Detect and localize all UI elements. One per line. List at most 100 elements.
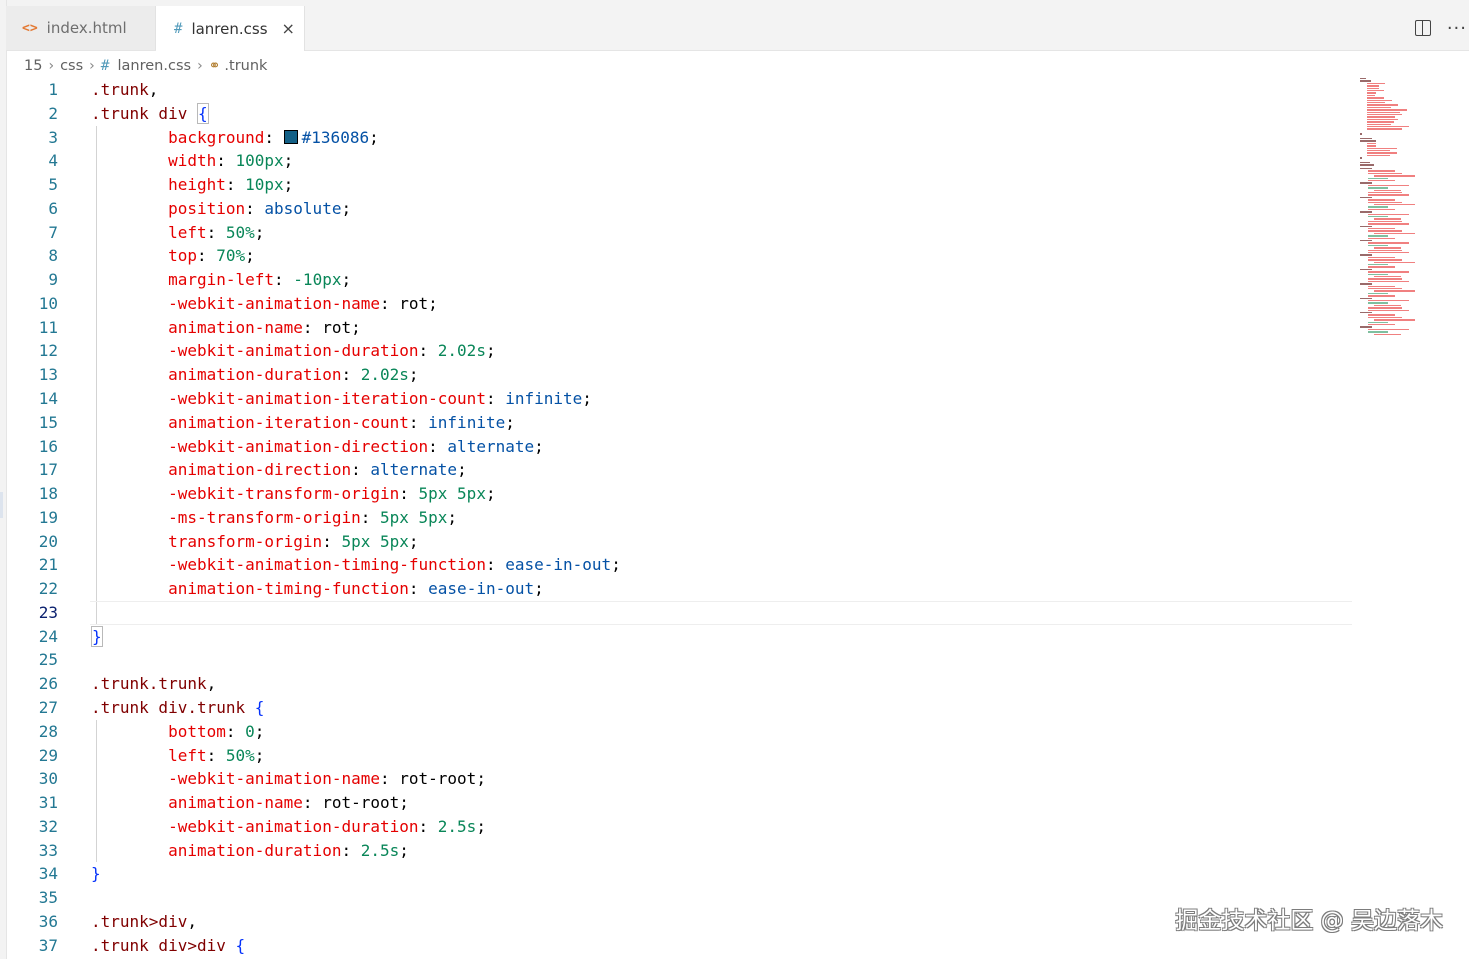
- line-number: 13: [38, 365, 58, 385]
- code-token: 5px 5px: [418, 484, 486, 504]
- code-line[interactable]: 19 -ms-transform-origin: 5px 5px;: [6, 506, 1356, 530]
- code-line[interactable]: 34}: [6, 862, 1356, 886]
- code-line[interactable]: 5 height: 10px;: [6, 173, 1356, 197]
- code-token: 10px: [245, 175, 284, 195]
- code-line[interactable]: 8 top: 70%;: [6, 244, 1356, 268]
- split-editor-icon[interactable]: [1414, 20, 1431, 36]
- code-line[interactable]: 11 animation-name: rot;: [6, 316, 1356, 340]
- code-line[interactable]: 36 .trunk>div,: [6, 910, 1356, 934]
- code-line[interactable]: 24}: [6, 625, 1356, 649]
- line-number: 32: [38, 816, 58, 836]
- minimap-line: [1368, 278, 1402, 280]
- code-line[interactable]: 35: [6, 886, 1356, 910]
- code-line[interactable]: 2 .trunk div {: [6, 102, 1356, 126]
- code-line[interactable]: 33 animation-duration: 2.5s;: [6, 839, 1356, 863]
- code-token: -webkit-animation-iteration-count: [168, 389, 486, 408]
- breadcrumb-folder[interactable]: css: [60, 58, 83, 74]
- code-token: }: [91, 864, 101, 884]
- breadcrumb-symbol[interactable]: .trunk: [224, 58, 267, 74]
- code-line[interactable]: 26 .trunk.trunk,: [6, 672, 1356, 696]
- code-token: height: [168, 175, 226, 195]
- code-line[interactable]: 10 -webkit-animation-name: rot;: [6, 292, 1356, 316]
- code-line[interactable]: 32 -webkit-animation-duration: 2.5s;: [6, 815, 1356, 839]
- line-code: animation-timing-function: ease-in-out;: [91, 577, 544, 601]
- minimap-line: [1368, 177, 1388, 179]
- minimap-line: [1374, 247, 1401, 249]
- code-token: position: [168, 198, 246, 218]
- minimap-line: [1368, 328, 1409, 331]
- code-line[interactable]: 25: [6, 648, 1356, 672]
- code-line[interactable]: 14 -webkit-animation-iteration-count: in…: [6, 387, 1356, 411]
- code-line[interactable]: 28 bottom: 0;: [6, 720, 1356, 744]
- minimap-line: [1368, 170, 1395, 172]
- code-token: left: [168, 222, 207, 242]
- minimap-line: [1360, 254, 1372, 256]
- code-token: #136086: [301, 127, 370, 147]
- minimap-line: [1367, 118, 1398, 121]
- line-code: animation-name: rot-root;: [91, 791, 409, 815]
- line-number: 24: [38, 626, 58, 646]
- line-code: -webkit-animation-direction: alternate;: [91, 435, 544, 459]
- editor-window: <> index.html # lanren.css × ··· 15 › cs…: [0, 0, 1469, 959]
- code-line[interactable]: 30 -webkit-animation-name: rot-root;: [6, 767, 1356, 791]
- minimap-line: [1360, 168, 1372, 170]
- line-code: .trunk div>div {: [91, 934, 245, 958]
- breadcrumb-file[interactable]: lanren.css: [118, 58, 192, 74]
- more-actions-icon[interactable]: ···: [1447, 18, 1467, 39]
- css-file-icon: #: [174, 20, 183, 37]
- line-number: 19: [38, 507, 58, 527]
- code-token: -ms-transform-origin: [168, 507, 361, 527]
- code-line[interactable]: 21 -webkit-animation-timing-function: ea…: [6, 553, 1356, 577]
- html-file-icon: <>: [22, 20, 38, 36]
- minimap-line: [1368, 280, 1409, 283]
- code-line[interactable]: 27 .trunk div.trunk {: [6, 696, 1356, 720]
- line-code: bottom: 0;: [91, 720, 264, 744]
- minimap-line: [1368, 206, 1388, 208]
- line-number: 9: [48, 270, 58, 290]
- code-line[interactable]: 31 animation-name: rot-root;: [6, 791, 1356, 815]
- code-token: : rot-root;: [302, 793, 409, 813]
- code-line[interactable]: 3 background: #136086;: [6, 126, 1356, 150]
- code-line[interactable]: 9 margin-left: -10px;: [6, 268, 1356, 292]
- code-line[interactable]: 7 left: 50%;: [6, 221, 1356, 245]
- code-line[interactable]: 22 animation-timing-function: ease-in-ou…: [6, 577, 1356, 601]
- code-line[interactable]: 15 animation-iteration-count: infinite;: [6, 411, 1356, 435]
- code-line[interactable]: 4 width: 100px;: [6, 149, 1356, 173]
- close-icon[interactable]: ×: [282, 19, 295, 38]
- code-token: animation-name: [168, 317, 303, 337]
- code-line[interactable]: 16 -webkit-animation-direction: alternat…: [6, 435, 1356, 459]
- code-token: animation-iteration-count: [168, 412, 409, 432]
- line-code: .trunk div {: [91, 102, 209, 126]
- code-line[interactable]: 6 position: absolute;: [6, 197, 1356, 221]
- code-line[interactable]: 18 -webkit-transform-origin: 5px 5px;: [6, 482, 1356, 506]
- code-token: ,: [206, 674, 217, 694]
- minimap-line: [1367, 102, 1386, 104]
- code-line[interactable]: 37 .trunk div>div {: [6, 934, 1356, 958]
- code-token: alternate: [370, 460, 458, 480]
- tab-lanren-css[interactable]: # lanren.css ×: [156, 6, 305, 51]
- code-editor[interactable]: 1 .trunk, 2 .trunk div {3 background: #1360…: [6, 78, 1356, 959]
- code-line[interactable]: 20 transform-origin: 5px 5px;: [6, 530, 1356, 554]
- tab-index-html[interactable]: <> index.html: [6, 6, 156, 50]
- code-line[interactable]: 29 left: 50%;: [6, 744, 1356, 768]
- code-token: ;: [485, 341, 496, 361]
- code-token: width: [168, 151, 217, 171]
- line-code: }: [91, 625, 103, 649]
- minimap-line: [1368, 321, 1388, 323]
- code-line[interactable]: 1 .trunk,: [6, 78, 1356, 102]
- code-token: :: [245, 198, 265, 218]
- code-token: {: [235, 935, 246, 955]
- minimap[interactable]: [1360, 78, 1460, 338]
- tab-actions: ···: [1414, 6, 1469, 50]
- code-line[interactable]: 23: [6, 600, 1356, 625]
- line-code: width: 100px;: [91, 149, 293, 173]
- code-token: :: [225, 175, 246, 195]
- code-line[interactable]: 12 -webkit-animation-duration: 2.02s;: [6, 339, 1356, 363]
- code-line[interactable]: 13 animation-duration: 2.02s;: [6, 363, 1356, 387]
- code-token: ;: [245, 246, 255, 266]
- code-line[interactable]: 17 animation-direction: alternate;: [6, 458, 1356, 482]
